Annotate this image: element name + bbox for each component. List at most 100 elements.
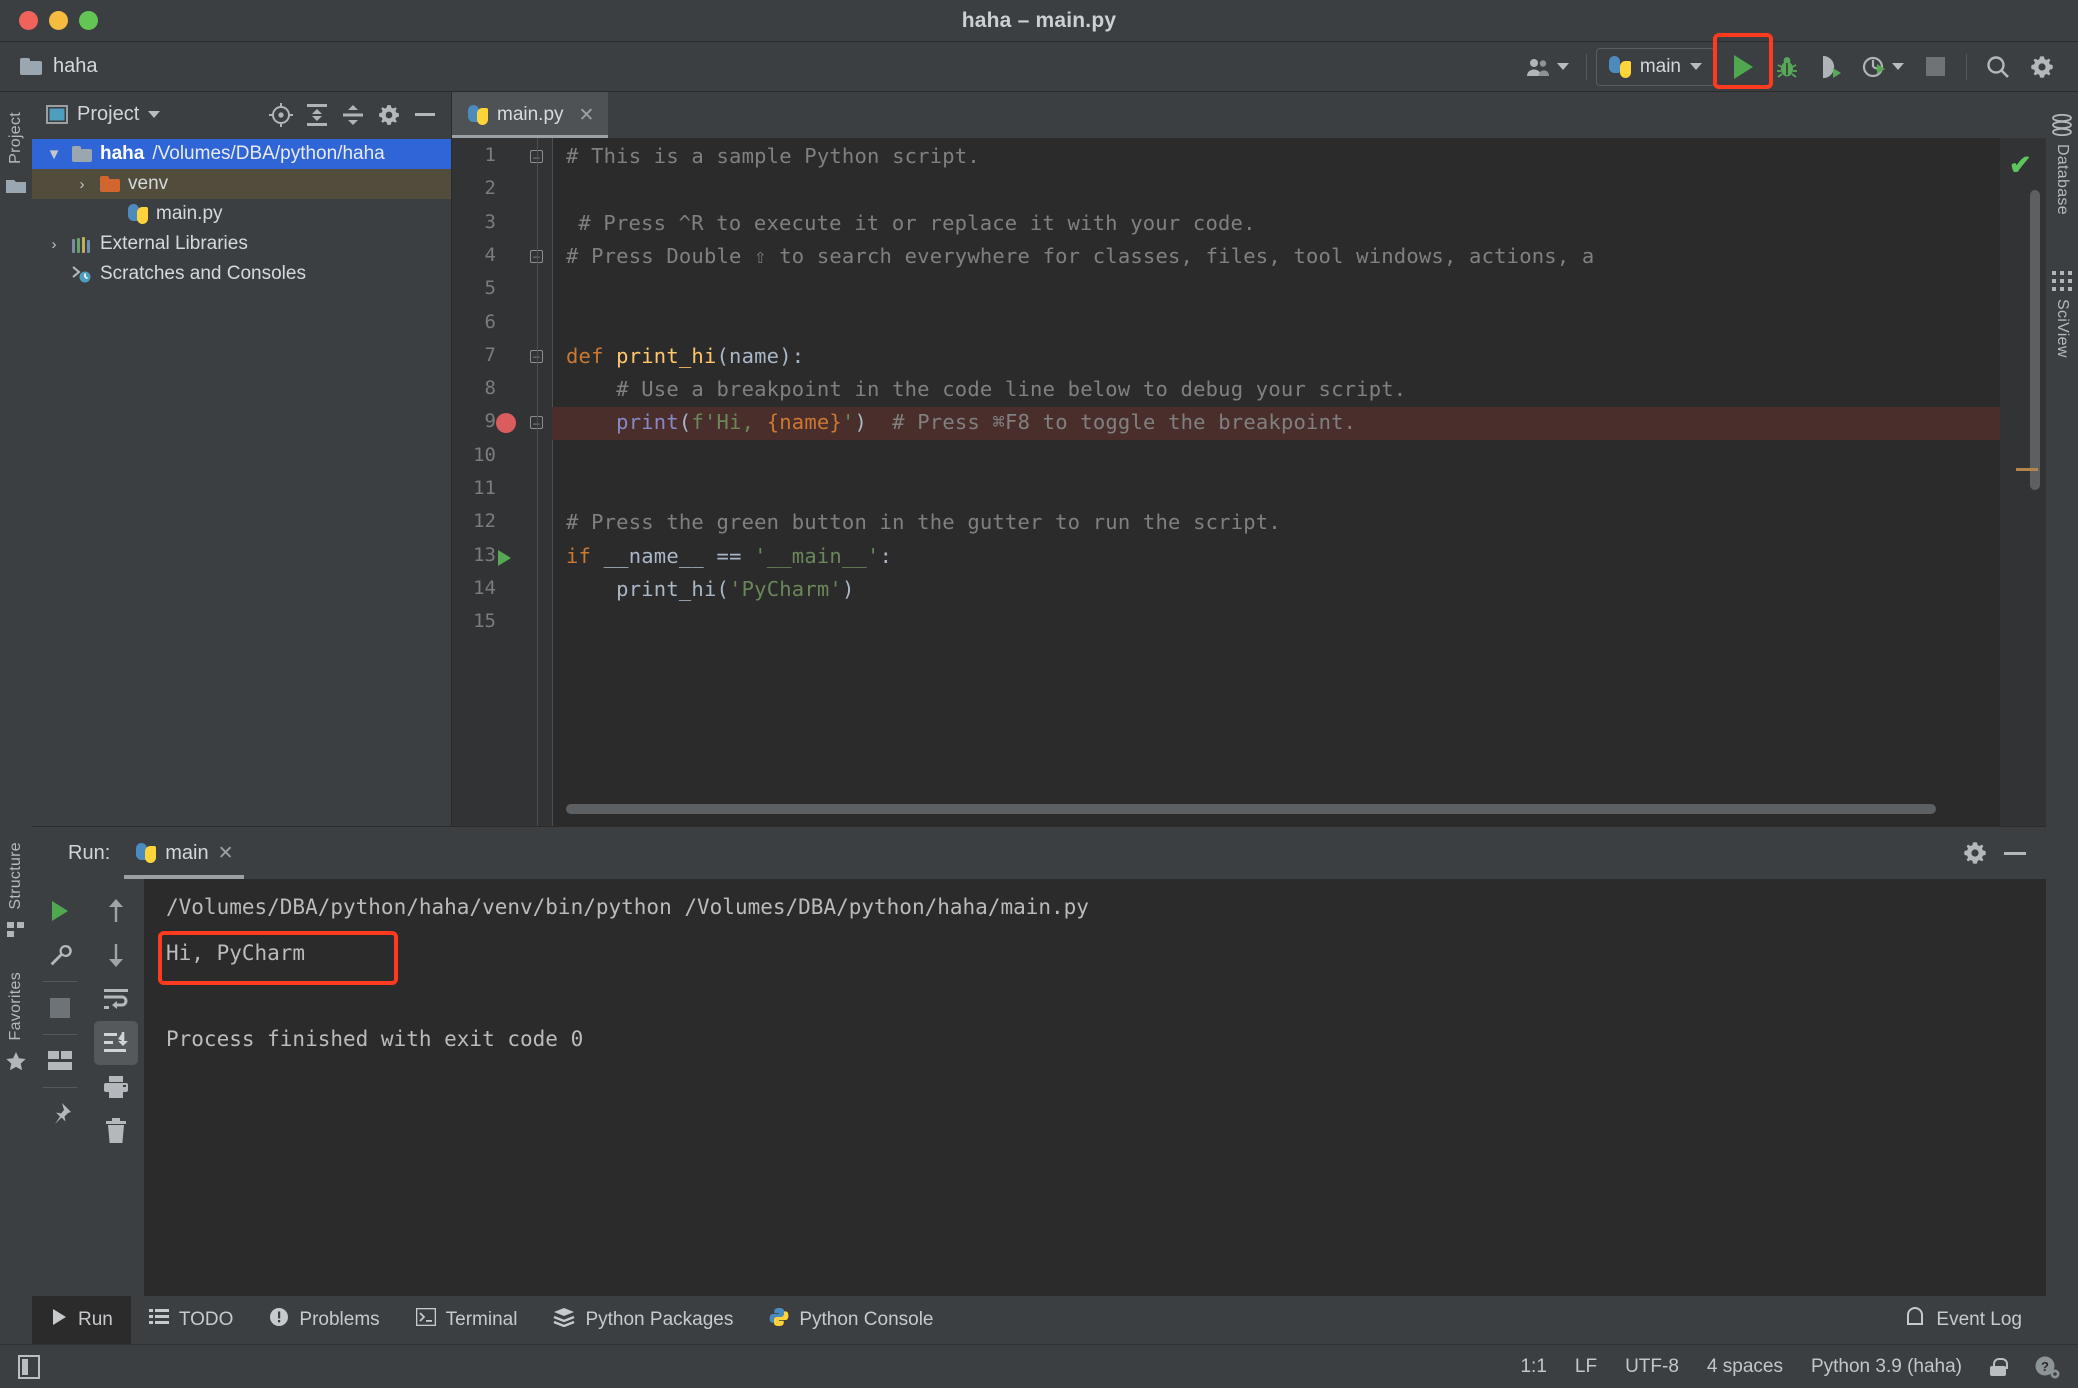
terminal-icon (416, 1308, 436, 1332)
tool-tab-python-console[interactable]: Python Console (751, 1296, 951, 1344)
layout-button[interactable] (38, 1039, 82, 1083)
console-exit-message: Process finished with exit code 0 (166, 1027, 583, 1051)
sidebar-item-favorites[interactable]: Favorites (7, 964, 25, 1049)
hide-panel-button[interactable] (409, 100, 441, 130)
edit-configuration-button[interactable] (38, 933, 82, 977)
run-panel-hide-button[interactable] (2004, 852, 2026, 855)
tool-window-bar[interactable]: Run TODO Problems Terminal Python Packages Py… (32, 1296, 2046, 1344)
project-tree[interactable]: ▼ haha/Volumes/DBA/python/haha › venv main.p… (32, 137, 451, 826)
sidebar-item-database[interactable]: Database (2053, 136, 2071, 223)
next-occurrence-button[interactable] (94, 933, 138, 977)
python-icon (136, 843, 156, 863)
breadcrumb[interactable]: haha (0, 55, 98, 78)
python-file-icon (468, 105, 488, 125)
expand-all-button[interactable] (301, 100, 333, 130)
editor-horizontal-scrollbar[interactable] (552, 804, 2000, 816)
code-line[interactable]: # Press Double ⇧ to search everywhere fo… (566, 244, 1594, 268)
run-gutter-icon[interactable] (498, 550, 511, 566)
python-icon (1609, 56, 1631, 78)
tree-item-venv[interactable]: › venv (32, 169, 451, 199)
run-button[interactable] (1721, 47, 1765, 87)
editor-vertical-scrollbar[interactable] (2030, 190, 2040, 490)
code-line[interactable]: def print_hi(name): (566, 344, 804, 368)
code-line[interactable]: # This is a sample Python script. (566, 144, 980, 168)
editor-right-gutter[interactable]: ✔ (2000, 138, 2046, 826)
chevron-right-icon[interactable]: › (72, 176, 92, 193)
line-separator[interactable]: LF (1575, 1356, 1597, 1378)
settings-button[interactable] (2020, 47, 2064, 87)
stop-process-button[interactable] (38, 986, 82, 1030)
event-log-button[interactable]: Event Log (1904, 1296, 2046, 1344)
scroll-to-end-button[interactable] (94, 1021, 138, 1065)
rerun-button[interactable] (38, 889, 82, 933)
search-everywhere-button[interactable] (1976, 47, 2020, 87)
print-button[interactable] (94, 1065, 138, 1109)
status-bar-left[interactable] (18, 1355, 40, 1379)
code-token: (name): (717, 344, 805, 368)
chevron-down-icon[interactable] (148, 111, 160, 118)
chevron-right-icon[interactable]: › (44, 236, 64, 253)
play-icon (1734, 55, 1753, 79)
tool-tab-problems[interactable]: Problems (251, 1296, 397, 1344)
code-line[interactable]: print_hi('PyCharm') (566, 577, 855, 601)
python-interpreter[interactable]: Python 3.9 (haha) (1811, 1356, 1962, 1378)
file-encoding[interactable]: UTF-8 (1625, 1356, 1679, 1378)
tool-tab-terminal[interactable]: Terminal (398, 1296, 536, 1344)
console-output[interactable]: /Volumes/DBA/python/haha/venv/bin/python… (144, 879, 2046, 1296)
project-folder-icon (6, 178, 26, 194)
tree-item-scratches-and-consoles[interactable]: Scratches and Consoles (32, 259, 451, 289)
code-line[interactable]: if __name__ == '__main__': (566, 544, 892, 568)
run-panel-label: Run: (68, 842, 110, 865)
soft-wrap-button[interactable] (94, 977, 138, 1021)
debug-button[interactable] (1765, 47, 1809, 87)
collapse-all-button[interactable] (337, 100, 369, 130)
run-with-coverage-button[interactable] (1809, 47, 1853, 87)
tool-tab-todo[interactable]: TODO (131, 1296, 252, 1344)
run-panel-header: Run: main ✕ (32, 827, 2046, 879)
code-line[interactable]: # Press the green button in the gutter t… (566, 510, 1281, 534)
tool-tab-run[interactable]: Run (32, 1296, 131, 1344)
tree-item-path: /Volumes/DBA/python/haha (152, 143, 384, 165)
tree-item-label: venv (128, 173, 168, 195)
tree-item-haha[interactable]: ▼ haha/Volumes/DBA/python/haha (32, 139, 451, 169)
prev-occurrence-button[interactable] (94, 889, 138, 933)
code-line[interactable]: # Use a breakpoint in the code line belo… (566, 377, 1406, 401)
breakpoint-marker[interactable] (496, 413, 516, 433)
run-tab-main[interactable]: main ✕ (124, 827, 245, 879)
code-token: # This is a sample Python script. (566, 144, 980, 168)
project-settings-button[interactable] (373, 100, 405, 130)
tree-item-label: External Libraries (100, 233, 248, 255)
clear-all-button[interactable] (94, 1109, 138, 1153)
tree-item-external-libraries[interactable]: › External Libraries (32, 229, 451, 259)
locate-button[interactable] (265, 100, 297, 130)
stop-button[interactable] (1913, 47, 1957, 87)
close-icon[interactable]: ✕ (218, 842, 234, 865)
code-text[interactable]: # This is a sample Python script. # Press… (552, 138, 2000, 826)
tool-tab-python-packages[interactable]: Python Packages (535, 1296, 751, 1344)
play-icon (50, 1308, 68, 1332)
code-line[interactable]: # Press ^R to execute it or replace it w… (578, 211, 1255, 235)
editor-gutter[interactable]: 1–234–567–89–101112131415 (452, 138, 552, 826)
run-panel-settings-button[interactable] (1962, 840, 1988, 866)
chevron-down-icon[interactable]: ▼ (44, 146, 64, 163)
indent-setting[interactable]: 4 spaces (1707, 1356, 1783, 1378)
code-token: print_hi (616, 344, 716, 368)
help-icon[interactable]: ? (2034, 1355, 2060, 1379)
close-icon[interactable]: ✕ (579, 104, 595, 127)
user-account-button[interactable] (1519, 47, 1577, 87)
line-number: 14 (473, 577, 496, 599)
profile-button[interactable] (1853, 47, 1913, 87)
line-number: 5 (485, 277, 496, 299)
lock-icon[interactable] (1990, 1358, 2006, 1376)
pin-tab-button[interactable] (38, 1092, 82, 1136)
caret-position[interactable]: 1:1 (1520, 1356, 1546, 1378)
tab-main-py[interactable]: main.py ✕ (452, 92, 608, 138)
code-line[interactable]: print(f'Hi, {name}') # Press ⌘F8 to togg… (566, 410, 1356, 434)
sidebar-item-project[interactable]: Project (7, 104, 25, 172)
sidebar-item-sciview[interactable]: SciView (2053, 291, 2071, 366)
tree-item-main-py[interactable]: main.py (32, 199, 451, 229)
run-panel-left-rail (32, 879, 88, 1296)
scratches-icon (72, 265, 92, 283)
sidebar-item-structure[interactable]: Structure (7, 834, 25, 918)
run-configuration-selector[interactable]: main (1596, 48, 1715, 86)
